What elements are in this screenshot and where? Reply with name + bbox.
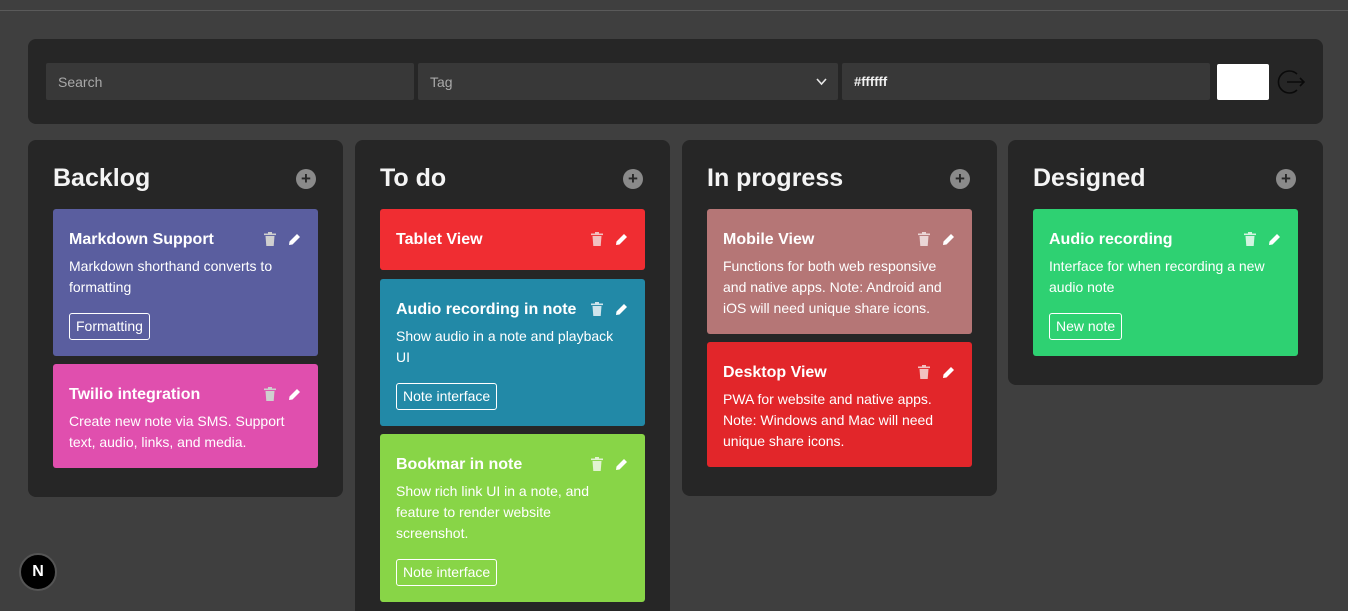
card-title: Bookmar in note [396, 456, 523, 473]
column-title: Backlog [53, 164, 151, 192]
card-description: Markdown shorthand converts to formattin… [69, 258, 273, 295]
card-mobile-view[interactable]: Mobile View Functions for both web respo… [707, 209, 972, 334]
trash-icon[interactable] [591, 457, 603, 471]
pencil-icon[interactable] [615, 303, 628, 316]
card-description: Interface for when recording a new audio… [1049, 258, 1265, 295]
card-description: Create new note via SMS. Support text, a… [69, 413, 285, 450]
tag-placeholder: Tag [430, 73, 453, 90]
search-input[interactable]: Search [46, 63, 414, 100]
card-title: Markdown Support [69, 231, 214, 248]
card-title: Audio recording [1049, 231, 1173, 248]
card-description: Show rich link UI in a note, and feature… [396, 483, 589, 541]
column-designed: Designed + Audio recording Interface for… [1008, 140, 1323, 385]
color-hex-value: #ffffff [854, 74, 888, 89]
filter-toolbar: Search Tag #ffffff [28, 39, 1323, 124]
column-in-progress: In progress + Mobile View Functions for … [682, 140, 997, 496]
card-markdown-support[interactable]: Markdown Support Markdown shorthand conv… [53, 209, 318, 356]
trash-icon[interactable] [264, 232, 276, 246]
card-description: Functions for both web responsive and na… [723, 258, 942, 316]
column-title: In progress [707, 164, 844, 192]
column-title: To do [380, 164, 447, 192]
logout-icon[interactable] [1276, 67, 1306, 97]
search-placeholder: Search [58, 73, 103, 90]
card-audio-recording-in-note[interactable]: Audio recording in note Show audio in a … [380, 279, 645, 426]
add-card-button[interactable]: + [1276, 169, 1296, 189]
pencil-icon[interactable] [615, 458, 628, 471]
card-title: Desktop View [723, 364, 827, 381]
pencil-icon[interactable] [615, 233, 628, 246]
trash-icon[interactable] [264, 387, 276, 401]
card-desktop-view[interactable]: Desktop View PWA for website and native … [707, 342, 972, 467]
card-title: Tablet View [396, 231, 483, 248]
card-tag: Note interface [396, 383, 498, 410]
color-swatch[interactable] [1217, 64, 1269, 100]
top-divider [0, 10, 1348, 11]
pencil-icon[interactable] [288, 233, 301, 246]
next-logo-badge[interactable]: N [19, 553, 57, 591]
trash-icon[interactable] [1244, 232, 1256, 246]
card-tablet-view[interactable]: Tablet View [380, 209, 645, 270]
column-title: Designed [1033, 164, 1146, 192]
column-todo: To do + Tablet View Audio recording in n… [355, 140, 670, 611]
chevron-down-icon [816, 78, 827, 86]
card-bookmar-in-note[interactable]: Bookmar in note Show rich link UI in a n… [380, 434, 645, 602]
card-description: Show audio in a note and playback UI [396, 328, 614, 365]
add-card-button[interactable]: + [296, 169, 316, 189]
pencil-icon[interactable] [942, 366, 955, 379]
tag-select[interactable]: Tag [418, 63, 838, 100]
card-twilio-integration[interactable]: Twilio integration Create new note via S… [53, 364, 318, 468]
add-card-button[interactable]: + [950, 169, 970, 189]
add-card-button[interactable]: + [623, 169, 643, 189]
card-tag: Formatting [69, 313, 150, 340]
trash-icon[interactable] [918, 232, 930, 246]
pencil-icon[interactable] [942, 233, 955, 246]
trash-icon[interactable] [591, 232, 603, 246]
column-backlog: Backlog + Markdown Support Markdown shor… [28, 140, 343, 497]
card-tag: New note [1049, 313, 1123, 340]
card-tag: Note interface [396, 559, 498, 586]
card-audio-recording[interactable]: Audio recording Interface for when recor… [1033, 209, 1298, 356]
trash-icon[interactable] [918, 365, 930, 379]
trash-icon[interactable] [591, 302, 603, 316]
card-title: Twilio integration [69, 386, 201, 403]
color-hex-input[interactable]: #ffffff [842, 63, 1210, 100]
card-title: Audio recording in note [396, 301, 577, 318]
pencil-icon[interactable] [1268, 233, 1281, 246]
pencil-icon[interactable] [288, 388, 301, 401]
card-title: Mobile View [723, 231, 815, 248]
card-description: PWA for website and native apps. Note: W… [723, 391, 934, 449]
